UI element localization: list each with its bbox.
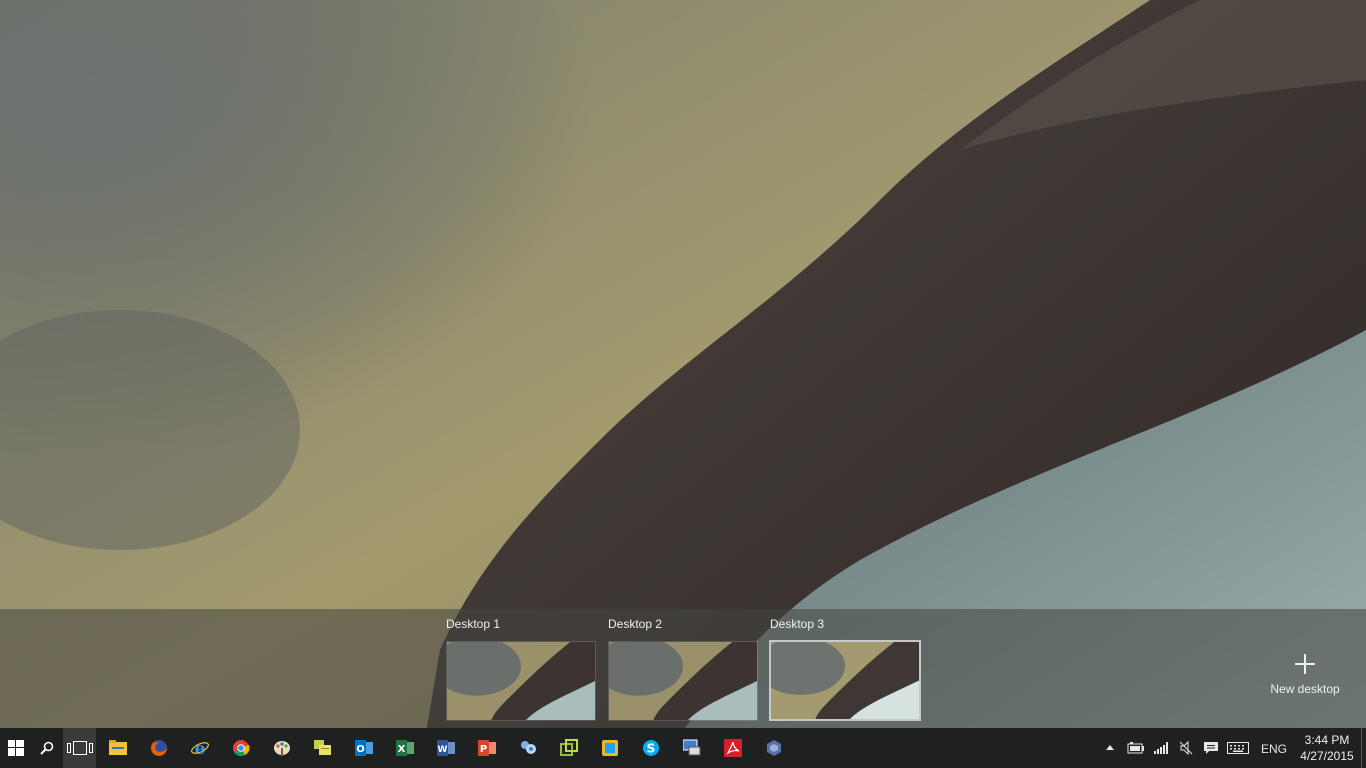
desktop-2-label: Desktop 2 [608,617,663,631]
acrobat-icon [724,739,742,757]
svg-text:O: O [356,744,365,755]
firefox-button[interactable] [139,728,179,768]
task-view-button[interactable] [63,728,96,768]
plus-icon [1295,654,1315,674]
remote-desktop-icon [683,739,701,756]
acrobat-button[interactable] [713,728,753,768]
settings-app-button[interactable] [508,728,548,768]
chrome-button[interactable] [221,728,261,768]
app-button[interactable] [754,728,794,768]
excel-icon: X [396,740,414,756]
start-button[interactable] [0,728,32,768]
outlook-button[interactable]: O [344,728,384,768]
svg-text:e: e [195,739,206,757]
desktop-2-preview [609,642,757,720]
action-center-button[interactable] [1199,728,1223,768]
volume-button[interactable] [1175,728,1197,768]
internet-explorer-button[interactable]: e [180,728,220,768]
app-icon [767,740,781,756]
action-center-icon [1204,742,1218,754]
show-desktop-button[interactable] [1361,728,1366,768]
touch-keyboard-button[interactable] [1225,728,1251,768]
svg-text:P: P [480,744,487,755]
settings-app-icon [521,741,536,754]
new-desktop-button[interactable]: New desktop [1262,650,1348,700]
powerpoint-icon: P [478,740,496,756]
paint-button[interactable] [262,728,302,768]
language-indicator[interactable]: ENG [1261,742,1287,756]
desktop-3-label: Desktop 3 [770,617,825,631]
paint-icon [274,741,290,756]
desktop-3-preview [771,642,919,719]
sticky-notes-icon [314,740,331,755]
search-button[interactable] [32,728,62,768]
clock-date: 4/27/2015 [1300,749,1354,763]
windows-logo-icon [8,740,24,756]
show-hidden-icons-button[interactable] [1100,728,1120,768]
keyboard-icon [1227,742,1249,754]
virtual-pc-button[interactable] [590,728,630,768]
file-explorer-button[interactable] [98,728,138,768]
outlook-icon: O [355,740,373,756]
volume-muted-icon [1179,741,1193,755]
signal-icon [1154,742,1168,754]
desktop-1-preview [447,642,595,720]
battery-icon [1127,742,1144,754]
battery-button[interactable] [1124,728,1148,768]
svg-text:S: S [647,742,656,756]
clock[interactable]: 3:44 PM 4/27/2015 [1296,732,1358,764]
file-explorer-icon [109,740,127,755]
powerpoint-button[interactable]: P [467,728,507,768]
chrome-icon [233,740,250,757]
svg-text:X: X [398,744,406,755]
chevron-up-icon [1106,745,1114,750]
word-button[interactable]: W [426,728,466,768]
desktop-1-label: Desktop 1 [446,617,501,631]
desktop-1-thumbnail[interactable] [446,641,596,721]
task-view-icon [66,741,93,755]
vmware-icon [560,739,578,756]
search-icon [40,741,54,755]
excel-button[interactable]: X [385,728,425,768]
desktop-2-thumbnail[interactable] [608,641,758,721]
firefox-icon [151,740,167,756]
skype-icon: S [643,740,659,756]
sticky-notes-button[interactable] [303,728,343,768]
new-desktop-label: New desktop [1270,682,1340,696]
desktop-3-thumbnail[interactable] [769,640,921,721]
svg-text:W: W [438,745,448,755]
internet-explorer-icon: e [191,739,209,757]
taskbar: e O X W P S ENG 3:44 PM 4/27/2015 [0,728,1366,768]
clock-time: 3:44 PM [1304,733,1350,747]
virtual-pc-icon [602,740,618,756]
vmware-button[interactable] [549,728,589,768]
skype-button[interactable]: S [631,728,671,768]
remote-desktop-button[interactable] [672,728,712,768]
network-button[interactable] [1150,728,1172,768]
word-icon: W [437,740,455,756]
